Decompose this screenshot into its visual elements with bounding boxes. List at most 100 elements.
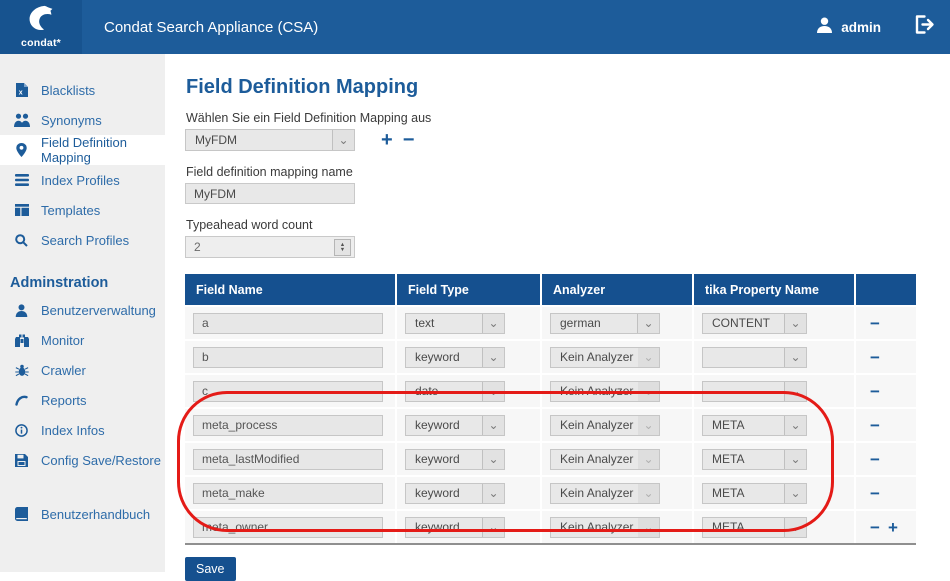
analyzer-select[interactable]: Kein Analyzer ⌄ [550, 346, 660, 368]
fdm-select[interactable]: MyFDM ⌄ [185, 129, 355, 151]
tika-property-select-value: CONTENT [712, 316, 770, 330]
tika-property-select[interactable]: ⌄ [702, 346, 807, 368]
field-type-select[interactable]: date ⌄ [405, 380, 505, 402]
synonyms-people-icon [13, 113, 30, 127]
typeahead-count-input[interactable] [185, 236, 355, 258]
add-fdm-button[interactable]: + [381, 130, 393, 150]
chevron-down-icon: ⌄ [784, 517, 806, 537]
spinner-down-icon: ▼ [339, 246, 346, 253]
chevron-down-icon: ⌄ [638, 415, 659, 435]
user-menu[interactable]: admin [816, 17, 881, 38]
logout-button[interactable] [915, 15, 936, 39]
analyzer-select[interactable]: Kein Analyzer ⌄ [550, 482, 660, 504]
sidebar-item-label: Search Profiles [41, 232, 130, 248]
field-name-input[interactable] [193, 414, 383, 436]
sidebar-item-index-profiles[interactable]: Index Profiles [0, 165, 165, 195]
sidebar-nav-main: x Blacklists Synonyms Field Definition Mapp… [0, 75, 165, 255]
remove-row-button[interactable]: − [870, 451, 880, 468]
analyzer-select[interactable]: Kein Analyzer ⌄ [550, 414, 660, 436]
chevron-down-icon: ⌄ [482, 483, 504, 503]
mapping-name-input[interactable] [185, 183, 355, 204]
remove-row-button[interactable]: − [870, 485, 880, 502]
book-icon [13, 507, 30, 521]
table-row: keyword ⌄ Kein Analyzer ⌄ META ⌄ −+ [185, 511, 916, 543]
sidebar-item-blacklists[interactable]: x Blacklists [0, 75, 165, 105]
tika-property-cell: CONTENT ⌄ [694, 307, 854, 339]
sidebar-item-templates[interactable]: Templates [0, 195, 165, 225]
field-type-cell: keyword ⌄ [397, 511, 540, 543]
field-type-select[interactable]: keyword ⌄ [405, 516, 505, 538]
analyzer-select[interactable]: Kein Analyzer ⌄ [550, 380, 660, 402]
table-row: date ⌄ Kein Analyzer ⌄ ⌄ − [185, 375, 916, 407]
row-actions-cell: − [856, 307, 916, 339]
row-actions-cell: − + [856, 511, 916, 543]
field-name-input[interactable] [193, 448, 383, 470]
field-type-cell: keyword ⌄ [397, 443, 540, 475]
field-name-cell [185, 375, 395, 407]
tika-property-select[interactable]: META ⌄ [702, 516, 807, 538]
tika-property-select[interactable]: META ⌄ [702, 448, 807, 470]
field-name-input[interactable] [193, 312, 383, 334]
fdm-select-value: MyFDM [195, 133, 237, 147]
save-button[interactable]: Save [185, 557, 236, 581]
remove-fdm-button[interactable]: − [403, 130, 415, 150]
tika-property-select[interactable]: META ⌄ [702, 414, 807, 436]
analyzer-select-value: Kein Analyzer [560, 452, 634, 466]
field-name-cell [185, 307, 395, 339]
field-name-cell [185, 341, 395, 373]
sidebar-item-crawler[interactable]: Crawler [0, 355, 165, 385]
sidebar-item-benutzerverwaltung[interactable]: Benutzerverwaltung [0, 295, 165, 325]
field-mapping-table: Field Name Field Type Analyzer tika Propert… [185, 274, 916, 545]
field-name-cell [185, 409, 395, 441]
remove-row-button[interactable]: − [870, 315, 880, 332]
sidebar-item-search-profiles[interactable]: Search Profiles [0, 225, 165, 255]
remove-row-button[interactable]: − [870, 349, 880, 366]
field-type-select[interactable]: keyword ⌄ [405, 448, 505, 470]
tika-property-select[interactable]: META ⌄ [702, 482, 807, 504]
sidebar-item-reports[interactable]: Reports [0, 385, 165, 415]
chevron-down-icon: ⌄ [638, 517, 659, 537]
sidebar-item-field-definition-mapping[interactable]: Field Definition Mapping [0, 135, 165, 165]
tika-property-cell: ⌄ [694, 375, 854, 407]
add-row-button[interactable]: + [888, 519, 898, 536]
column-header-actions [856, 274, 916, 305]
chevron-down-icon: ⌄ [638, 347, 659, 367]
field-name-input[interactable] [193, 380, 383, 402]
chevron-down-icon: ⌄ [784, 483, 806, 503]
sidebar-item-label: Field Definition Mapping [41, 135, 127, 165]
templates-columns-icon [13, 204, 30, 216]
analyzer-select[interactable]: german ⌄ [550, 312, 660, 334]
remove-row-button[interactable]: − [870, 417, 880, 434]
field-type-select[interactable]: text ⌄ [405, 312, 505, 334]
tika-property-select[interactable]: CONTENT ⌄ [702, 312, 807, 334]
sidebar-item-synonyms[interactable]: Synonyms [0, 105, 165, 135]
sidebar-item-index-infos[interactable]: Index Infos [0, 415, 165, 445]
field-type-select-value: date [415, 384, 439, 398]
tika-property-select-value [703, 348, 784, 367]
field-type-cell: keyword ⌄ [397, 409, 540, 441]
field-type-select[interactable]: keyword ⌄ [405, 346, 505, 368]
row-actions-cell: − [856, 375, 916, 407]
tika-property-cell: META ⌄ [694, 443, 854, 475]
analyzer-select[interactable]: Kein Analyzer ⌄ [550, 448, 660, 470]
field-type-cell: keyword ⌄ [397, 477, 540, 509]
remove-row-button[interactable]: − [870, 383, 880, 400]
table-row: keyword ⌄ Kein Analyzer ⌄ META ⌄ − [185, 477, 916, 509]
field-type-select[interactable]: keyword ⌄ [405, 482, 505, 504]
field-name-input[interactable] [193, 482, 383, 504]
sidebar-item-config-save-restore[interactable]: Config Save/Restore [0, 445, 165, 475]
field-type-cell: text ⌄ [397, 307, 540, 339]
analyzer-select[interactable]: Kein Analyzer ⌄ [550, 516, 660, 538]
tika-property-select[interactable]: ⌄ [702, 380, 807, 402]
field-name-input[interactable] [193, 516, 383, 538]
remove-row-button[interactable]: − [870, 519, 880, 536]
chevron-down-icon: ⌄ [637, 313, 659, 333]
field-name-input[interactable] [193, 346, 383, 368]
field-type-cell: keyword ⌄ [397, 341, 540, 373]
sidebar-item-monitor[interactable]: Monitor [0, 325, 165, 355]
sidebar-item-benutzerhandbuch[interactable]: Benutzerhandbuch [0, 499, 165, 529]
number-spinner[interactable]: ▲ ▼ [334, 239, 351, 256]
chevron-down-icon: ⌄ [638, 483, 659, 503]
sidebar-item-label: Reports [41, 392, 87, 408]
field-type-select[interactable]: keyword ⌄ [405, 414, 505, 436]
